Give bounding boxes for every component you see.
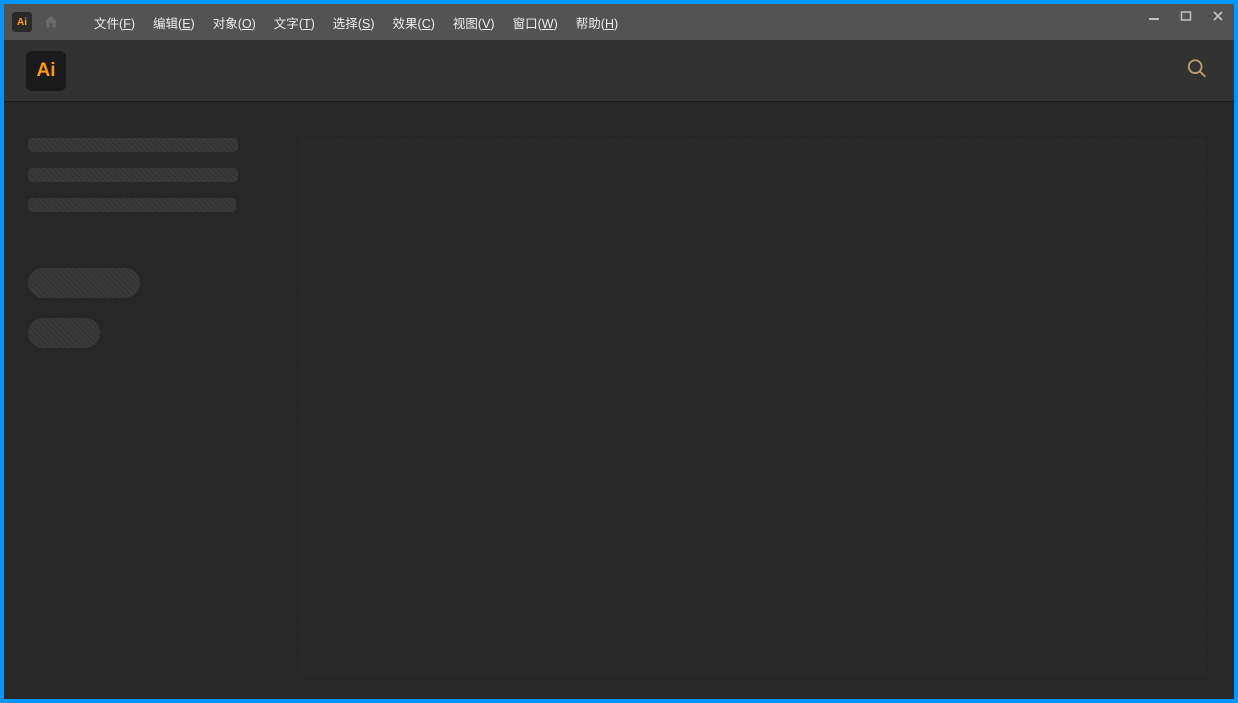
- menu-effect[interactable]: 效果(C): [385, 9, 443, 36]
- window-controls: [1146, 4, 1226, 40]
- skeleton-pill: [28, 268, 140, 298]
- menu-help[interactable]: 帮助(H): [568, 9, 626, 36]
- app-icon-text: Ai: [17, 17, 27, 28]
- skeleton-line: [28, 198, 236, 212]
- search-icon: [1186, 57, 1208, 79]
- maximize-button[interactable]: [1178, 8, 1194, 24]
- main-skeleton: [300, 138, 1206, 675]
- app-logo-text: Ai: [37, 60, 56, 82]
- minimize-icon: [1148, 10, 1160, 22]
- sidebar-skeleton: [28, 138, 280, 675]
- menu-edit[interactable]: 编辑(E): [145, 9, 203, 36]
- content-area: [4, 102, 1234, 699]
- menu-items: 文件(F) 编辑(E) 对象(O) 文字(T) 选择(S) 效果(C) 视图(V…: [86, 9, 626, 36]
- home-icon: [43, 14, 59, 30]
- menu-view[interactable]: 视图(V): [445, 9, 503, 36]
- app-icon-small: Ai: [12, 12, 32, 32]
- app-logo[interactable]: Ai: [26, 51, 66, 91]
- search-button[interactable]: [1186, 57, 1208, 84]
- minimize-button[interactable]: [1146, 8, 1162, 24]
- skeleton-pill: [28, 318, 100, 348]
- maximize-icon: [1180, 10, 1192, 22]
- menu-select[interactable]: 选择(S): [325, 9, 383, 36]
- header-bar: Ai: [4, 40, 1234, 102]
- menu-type[interactable]: 文字(T): [266, 9, 323, 36]
- close-icon: [1212, 10, 1224, 22]
- skeleton-line: [28, 138, 238, 152]
- menu-file[interactable]: 文件(F): [86, 9, 143, 36]
- close-button[interactable]: [1210, 8, 1226, 24]
- menu-object[interactable]: 对象(O): [205, 9, 264, 36]
- skeleton-line: [28, 168, 238, 182]
- menu-window[interactable]: 窗口(W): [505, 9, 566, 36]
- app-window: Ai 文件(F) 编辑(E) 对象(O) 文字(T) 选择(S) 效果(C) 视…: [4, 4, 1234, 699]
- home-button[interactable]: [40, 11, 62, 33]
- menubar: Ai 文件(F) 编辑(E) 对象(O) 文字(T) 选择(S) 效果(C) 视…: [4, 4, 1234, 40]
